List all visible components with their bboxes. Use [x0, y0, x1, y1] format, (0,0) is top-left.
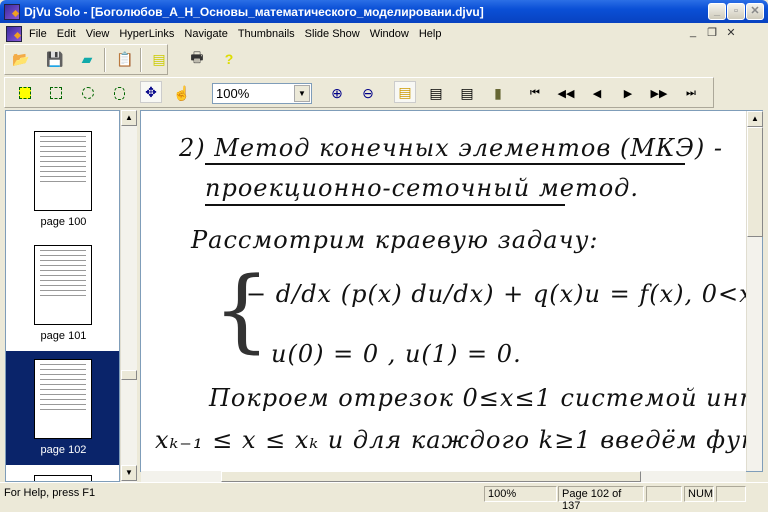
hand-icon[interactable]: ☝	[171, 82, 193, 104]
menu-hyperlinks[interactable]: HyperLinks	[114, 28, 179, 40]
next-page-icon[interactable]: ▶	[617, 82, 639, 104]
open-icon[interactable]: 📂	[10, 48, 32, 70]
thumbnail-page-100[interactable]: page 100	[6, 123, 119, 237]
title-bar: DjVu Solo - [Боголюбов_А_Н_Основы_матема…	[0, 0, 768, 23]
menu-help[interactable]: Help	[414, 28, 447, 40]
doc-line: Рассмотрим краевую задачу:	[191, 226, 599, 254]
select-lasso-icon[interactable]	[108, 82, 130, 104]
thumbnail-page-103[interactable]	[6, 467, 119, 481]
doc-minimize-button[interactable]: _	[685, 26, 701, 40]
zoom-value: 100%	[216, 86, 250, 101]
app-icon	[4, 3, 20, 20]
select-rect-icon[interactable]	[14, 82, 36, 104]
select-ellipse-icon[interactable]	[77, 82, 99, 104]
thumbnail-scrollbar[interactable]: ▲ ▼	[120, 110, 137, 482]
zoom-select[interactable]: 100% ▼	[212, 83, 312, 104]
zoom-in-icon[interactable]: ⊕	[326, 82, 348, 104]
menu-edit[interactable]: Edit	[52, 28, 81, 40]
status-caps	[646, 486, 682, 502]
doc-restore-button[interactable]: ❐	[704, 26, 720, 40]
menu-view[interactable]: View	[81, 28, 115, 40]
doc-line: 2) Метод конечных элементов (МКЭ) -	[179, 134, 723, 162]
doc-close-button[interactable]: ✕	[723, 26, 739, 40]
window-title: DjVu Solo - [Боголюбов_А_Н_Основы_матема…	[24, 4, 484, 19]
status-bar: For Help, press F1 100% Page 102 of 137 …	[0, 482, 768, 512]
thumbnail-label: page 102	[40, 444, 87, 456]
menu-file[interactable]: File	[24, 28, 52, 40]
document-view[interactable]: 2) Метод конечных элементов (МКЭ) - прое…	[140, 110, 763, 472]
scan-icon[interactable]: ▰	[76, 48, 98, 70]
minimize-button[interactable]: _	[708, 3, 726, 20]
forward-10-icon[interactable]: ▶▶	[648, 82, 670, 104]
view-bw-icon[interactable]: ▤	[425, 82, 447, 104]
print-icon[interactable]: 🖶	[186, 48, 208, 70]
menu-window[interactable]: Window	[365, 28, 414, 40]
status-help: For Help, press F1	[4, 487, 96, 499]
doc-line: проекционно-сеточный метод.	[205, 174, 640, 202]
back-10-icon[interactable]: ◀◀	[555, 82, 577, 104]
select-region-icon[interactable]	[45, 82, 67, 104]
equation: u(0) = 0 , u(1) = 0.	[271, 340, 522, 368]
scroll-down-icon[interactable]: ▼	[121, 465, 137, 481]
doc-line: Покроем отрезок 0≤x≤1 системой интервал	[209, 384, 762, 412]
view-foreground-icon[interactable]: ▤	[456, 82, 478, 104]
pan-icon[interactable]: ✥	[140, 81, 162, 103]
status-zoom: 100%	[484, 486, 557, 502]
menu-bar: File Edit View HyperLinks Navigate Thumb…	[0, 23, 768, 44]
document-hscrollbar[interactable]	[141, 471, 746, 482]
thumbnail-pane: page 100 page 101 page 102	[5, 110, 120, 482]
last-page-icon[interactable]: ⏭	[680, 82, 702, 104]
status-page: Page 102 of 137	[558, 486, 644, 512]
zoom-out-icon[interactable]: ⊖	[357, 82, 379, 104]
maximize-button[interactable]: ▫	[727, 3, 745, 20]
menu-thumbnails[interactable]: Thumbnails	[233, 28, 300, 40]
first-page-icon[interactable]: ⏮	[524, 82, 546, 104]
thumbnail-label: page 100	[40, 216, 87, 228]
view-background-icon[interactable]: ▮	[487, 82, 509, 104]
paste-icon: 📋	[116, 50, 134, 67]
scroll-up-icon[interactable]: ▲	[121, 110, 137, 126]
thumbnail-label: page 101	[40, 330, 87, 342]
prev-page-icon[interactable]: ◀	[586, 82, 608, 104]
status-num: NUM	[684, 486, 714, 502]
doc-line: xₖ₋₁ ≤ x ≤ xₖ и для каждого k≥1 введём ф…	[155, 426, 763, 454]
view-color-icon[interactable]: ▤	[394, 81, 416, 103]
document-icon[interactable]	[6, 25, 22, 42]
chevron-down-icon[interactable]: ▼	[294, 85, 310, 102]
help-icon[interactable]: ?	[218, 48, 240, 70]
menu-navigate[interactable]: Navigate	[179, 28, 232, 40]
status-scrl	[716, 486, 746, 502]
thumbnail-page-102[interactable]: page 102	[6, 351, 119, 465]
menu-slideshow[interactable]: Slide Show	[300, 28, 365, 40]
close-button[interactable]: ✕	[746, 3, 764, 20]
equation: − d/dx (p(x) du/dx) + q(x)u = f(x), 0<x<…	[246, 280, 763, 308]
encode-icon[interactable]: ▤	[148, 48, 170, 70]
scroll-up-icon[interactable]: ▲	[747, 111, 763, 127]
thumbnail-page-101[interactable]: page 101	[6, 237, 119, 351]
save-icon[interactable]: 💾	[44, 48, 66, 70]
document-vscrollbar[interactable]: ▲	[746, 111, 763, 471]
